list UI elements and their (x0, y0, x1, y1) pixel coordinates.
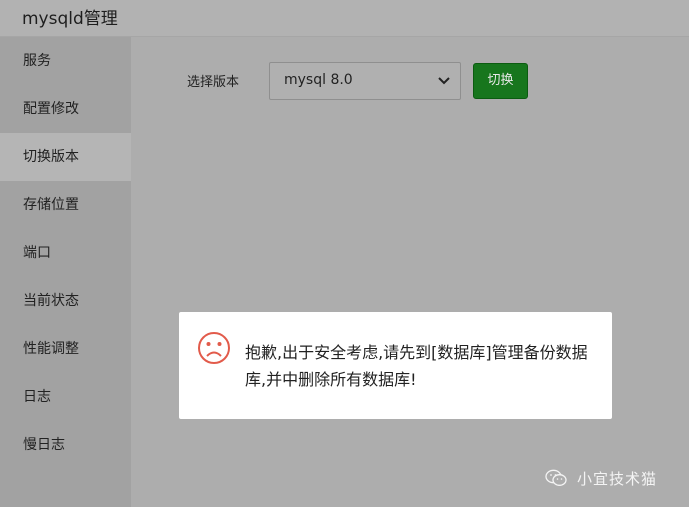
version-select[interactable]: mysql 8.0 (269, 62, 461, 100)
sidebar-item-storage[interactable]: 存储位置 (0, 181, 131, 229)
chevron-down-icon (438, 77, 450, 85)
sidebar-item-port[interactable]: 端口 (0, 229, 131, 277)
sidebar-item-slow-log[interactable]: 慢日志 (0, 421, 131, 469)
version-select-value: mysql 8.0 (284, 72, 353, 88)
watermark: 小宜技术猫 (545, 466, 657, 490)
error-dialog: 抱歉,出于安全考虑,请先到[数据库]管理备份数据库,并中删除所有数据库! (179, 312, 612, 419)
version-label: 选择版本 (187, 75, 240, 90)
switch-button[interactable]: 切换 (473, 63, 528, 99)
sidebar-item-status[interactable]: 当前状态 (0, 277, 131, 325)
window-title: mysqld管理 (22, 9, 118, 29)
watermark-text: 小宜技术猫 (577, 469, 658, 488)
sidebar-item-performance[interactable]: 性能调整 (0, 325, 131, 373)
sidebar: 服务 配置修改 切换版本 存储位置 端口 当前状态 性能调整 日志 慢日志 (0, 37, 131, 507)
sidebar-item-log[interactable]: 日志 (0, 373, 131, 421)
dialog-message: 抱歉,出于安全考虑,请先到[数据库]管理备份数据库,并中删除所有数据库! (245, 343, 588, 389)
sidebar-item-service[interactable]: 服务 (0, 37, 131, 85)
sidebar-item-config[interactable]: 配置修改 (0, 85, 131, 133)
wechat-icon (545, 469, 567, 486)
sidebar-item-switch-version[interactable]: 切换版本 (0, 133, 131, 181)
title-bar: mysqld管理 (0, 0, 689, 37)
sad-face-icon (198, 332, 230, 364)
main-content: 选择版本 mysql 8.0 切换 (131, 37, 689, 507)
